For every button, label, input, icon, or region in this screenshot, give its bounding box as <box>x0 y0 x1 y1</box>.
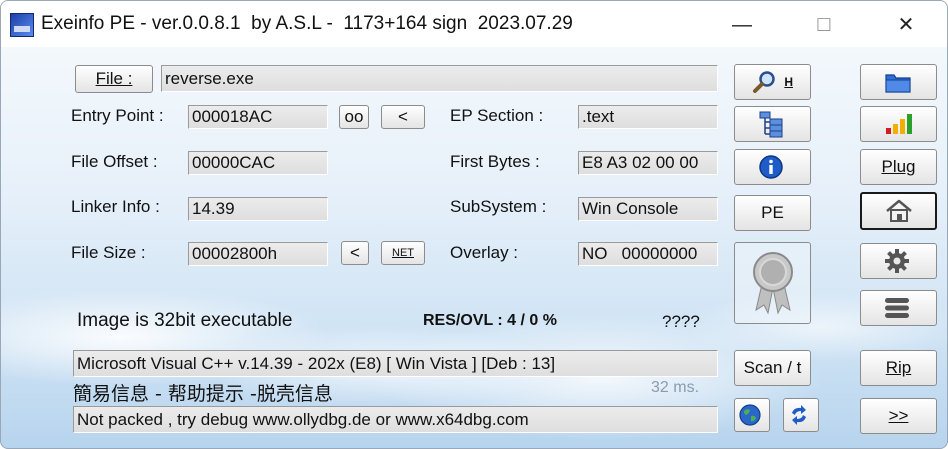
next-button[interactable]: >> <box>860 398 937 434</box>
globe-icon <box>738 363 766 448</box>
subsystem-label: SubSystem : <box>450 197 547 216</box>
net-button[interactable]: NET <box>381 241 425 265</box>
overlay-field[interactable]: NO 00000000 <box>578 242 718 266</box>
ep-section-field[interactable]: .text <box>578 105 718 129</box>
first-bytes-label: First Bytes : <box>450 152 540 171</box>
help-links[interactable]: 簡易信息 - 帮助提示 -脱壳信息 <box>73 379 333 406</box>
title-bar: Exeinfo PE - ver.0.0.8.1 by A.S.L - 1173… <box>1 1 947 47</box>
ep-section-label: EP Section : <box>450 106 544 125</box>
info-button[interactable] <box>734 149 811 185</box>
linker-info-field[interactable]: 14.39 <box>188 197 328 221</box>
rating-badge-button[interactable] <box>734 242 811 324</box>
exeinfo-window: Exeinfo PE - ver.0.0.8.1 by A.S.L - 1173… <box>0 0 948 449</box>
award-ribbon-icon <box>748 210 798 356</box>
stats-button[interactable] <box>860 106 937 142</box>
maximize-button[interactable]: ☐ <box>801 9 847 41</box>
image-info-text: Image is 32bit executable <box>77 310 293 331</box>
res-ovl-text: RES/OVL : 4 / 0 % <box>423 312 557 329</box>
file-size-label: File Size : <box>71 243 146 262</box>
detection-field[interactable]: Microsoft Visual C++ v.14.39 - 202x (E8)… <box>73 350 718 377</box>
file-open-button[interactable]: File : <box>75 65 153 93</box>
file-offset-field[interactable]: 00000CAC <box>188 151 328 175</box>
entry-point-field[interactable]: 000018AC <box>188 105 328 129</box>
web-button[interactable] <box>734 398 770 432</box>
net-button-label: NET <box>392 247 414 259</box>
rip-button-label: Rip <box>885 358 912 377</box>
next-button-label: >> <box>888 406 909 425</box>
file-size-field[interactable]: 00002800h <box>188 242 328 266</box>
refresh-button[interactable] <box>783 398 819 432</box>
oo-button[interactable]: oo <box>339 105 369 129</box>
file-size-prev-button[interactable]: < <box>341 241 369 265</box>
unknown-text: ???? <box>662 312 700 331</box>
refresh-icon <box>787 363 815 448</box>
subsystem-field[interactable]: Win Console <box>578 197 718 221</box>
hint-field[interactable]: Not packed , try debug www.ollydbg.de or… <box>73 406 718 433</box>
file-button-label: File : <box>95 69 133 88</box>
file-path-field[interactable]: reverse.exe <box>161 65 718 92</box>
menu-icon <box>884 257 912 359</box>
file-offset-label: File Offset : <box>71 152 158 171</box>
menu-button[interactable] <box>860 290 937 326</box>
first-bytes-field[interactable]: E8 A3 02 00 00 <box>578 151 718 175</box>
overlay-label: Overlay : <box>450 243 519 262</box>
app-icon <box>10 13 34 37</box>
rip-button[interactable]: Rip <box>860 350 937 386</box>
entry-point-label: Entry Point : <box>71 106 164 125</box>
time-text: 32 ms. <box>651 379 700 396</box>
window-title: Exeinfo PE - ver.0.0.8.1 by A.S.L - 1173… <box>41 13 573 34</box>
entry-point-prev-button[interactable]: < <box>381 105 425 129</box>
linker-info-label: Linker Info : <box>71 197 160 216</box>
